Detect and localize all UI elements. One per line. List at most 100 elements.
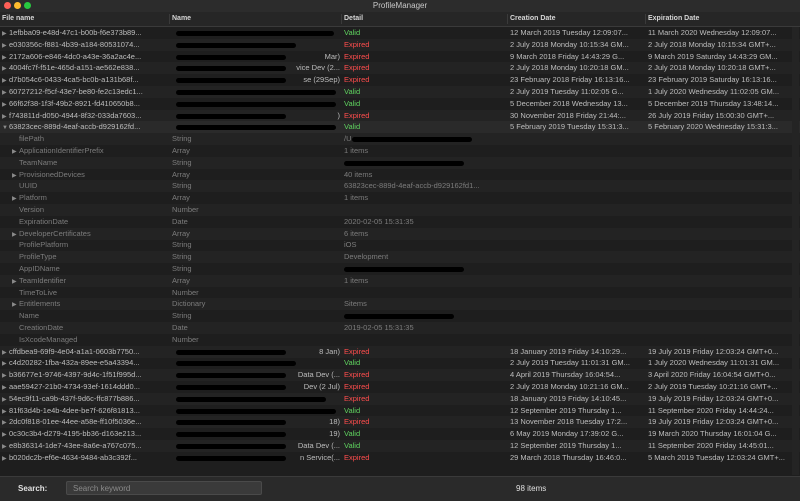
status-cell: Expired [344,417,370,427]
property-key: ▶ ProvisionedDevices [2,170,178,181]
table-row[interactable]: ▶ 60727212-f5cf-43e7-be80-fe2c13edc1... Va… [0,86,800,98]
property-row[interactable]: ▶ DeveloperCertificates Array 6 items [0,227,800,240]
disclosure-triangle-icon[interactable]: ▶ [2,454,9,464]
disclosure-triangle-icon[interactable]: ▶ [2,29,9,39]
property-row[interactable]: TimeToLive Number [0,287,800,299]
file-name-cell: ▼63823cec-889d-4eaf-accb-d929162fd... [2,122,168,133]
disclosure-triangle-icon[interactable]: ▶ [2,64,9,74]
table-row[interactable]: ▶ b020dc2b-ef6e-4634-9484-ab3c392f... n Se… [0,452,800,464]
disclosure-triangle-icon[interactable]: ▶ [2,371,9,381]
disclosure-triangle-icon[interactable]: ▶ [12,171,19,181]
column-header-expiration-date[interactable]: Expiration Date [648,15,699,22]
property-row[interactable]: Name String [0,310,800,322]
table-row[interactable]: ▶ b36677e1-9746-4397-9d4c-1f51f995d... Dat… [0,369,800,382]
search-input[interactable] [66,481,262,495]
column-header-file-name[interactable]: File name [2,15,34,22]
expiration-date-cell: 2 July 2018 Monday 10:20:18 GMT+... [648,63,776,73]
property-row[interactable]: ExpirationDate Date 2020-02-05 15:31:35 [0,216,800,228]
table-row[interactable]: ▶ e8b36314-1de7-43ee-8a6e-a767c075... Data… [0,440,800,452]
property-value: 2019-02-05 15:31:35 [344,323,414,332]
disclosure-triangle-icon[interactable]: ▶ [2,359,9,369]
disclosure-triangle-open-icon[interactable]: ▼ [2,123,9,133]
creation-date-cell: 18 January 2019 Friday 14:10:29... [510,346,627,356]
property-key-label: CreationDate [19,323,64,332]
disclosure-triangle-icon[interactable]: ▶ [2,383,9,393]
disclosure-triangle-icon[interactable]: ▶ [12,230,19,240]
disclosure-triangle-icon[interactable]: ▶ [2,395,9,405]
disclosure-triangle-icon[interactable]: ▶ [12,277,19,287]
disclosure-triangle-icon[interactable]: ▶ [2,348,9,358]
file-name-cell: ▶ 60727212-f5cf-43e7-be80-fe2c13edc1... [2,87,168,98]
column-header-detail[interactable]: Detail [344,15,363,22]
property-key-label: filePath [19,134,45,144]
redaction-bar [344,267,464,272]
table-row[interactable]: ▶ 2172a606-e846-4dc0-a43e-36a2ac4e... Mar)… [0,51,800,63]
redaction-bar [352,137,472,143]
disclosure-triangle-icon[interactable]: ▶ [2,53,9,63]
property-row[interactable]: ▶ ProvisionedDevices Array 40 items [0,169,800,181]
disclosure-triangle-icon[interactable]: ▶ [2,442,9,452]
disclosure-triangle-icon[interactable]: ▶ [2,418,9,428]
disclosure-triangle-icon[interactable]: ▶ [2,76,9,86]
table-row[interactable]: ▶ 54ec9f11-ca9b-437f-9d6c-ffc877b886... Ex… [0,392,800,405]
property-row[interactable]: CreationDate Date 2019-02-05 15:31:35 [0,322,800,334]
column-divider[interactable] [341,14,342,24]
property-row[interactable]: IsXcodeManaged Number [0,334,800,346]
vertical-scrollbar[interactable] [792,27,799,475]
property-value: 1 items [344,193,369,203]
column-divider[interactable] [169,14,170,24]
property-row[interactable]: ▶ Platform Array 1 items [0,192,800,204]
property-row[interactable]: ▶ TeamIdentifier Array 1 items [0,274,800,287]
column-header-name[interactable]: Name [172,15,191,22]
property-row[interactable]: filePath String/U [0,133,800,146]
property-key: Name [2,311,178,321]
disclosure-triangle-icon[interactable]: ▶ [2,112,9,122]
disclosure-triangle-icon[interactable]: ▶ [2,100,9,110]
property-row[interactable]: ▶ ApplicationIdentifierPrefix Array 1 items [0,145,800,157]
table-row[interactable]: ▶ e030356c-f881-4b39-a184-80531074... Expi… [0,38,800,51]
disclosure-triangle-icon[interactable]: ▶ [2,41,9,51]
file-name-cell: ▶ b36677e1-9746-4397-9d4c-1f51f995d... [2,370,168,381]
status-cell: Valid [344,122,361,132]
disclosure-triangle-icon[interactable]: ▶ [12,300,19,310]
table-row[interactable]: ▶ c4d20282-1fba-432a-89ee-e5a43394... Vali… [0,357,800,369]
property-row[interactable]: ProfilePlatform String iOS [0,239,800,251]
disclosure-triangle-icon[interactable]: ▶ [12,147,19,157]
property-row[interactable]: Version Number [0,204,800,216]
table-row[interactable]: ▶ f743811d-d050-4944-8f32-033da7603...) Ex… [0,109,800,122]
property-type: Dictionary [172,299,206,309]
table-row[interactable]: ▶ 1efbba09-e48d-47c1-b00b-f6e373b89... Val… [0,27,800,39]
table-row[interactable]: ▶ 66f62f38-1f3f-49b2-8921-fd410650b8... Va… [0,98,800,110]
disclosure-triangle-icon[interactable]: ▶ [2,407,9,417]
property-row[interactable]: AppIDName String [0,263,800,275]
redaction-bar [176,54,286,60]
property-row[interactable]: UUID String 63823cec-889d-4eaf-accb-d92916… [0,180,800,193]
file-name-cell: ▶ c4d20282-1fba-432a-89ee-e5a43394... [2,358,168,369]
file-name-cell: ▶ f743811d-d050-4944-8f32-033da7603... [2,111,168,122]
status-cell: Valid [344,441,361,450]
column-header-creation-date[interactable]: Creation Date [510,15,556,22]
column-divider[interactable] [507,14,508,24]
table-row[interactable]: ▼63823cec-889d-4eaf-accb-d929162fd... Val… [0,121,800,134]
redaction-bar [176,385,286,390]
disclosure-triangle-icon[interactable]: ▶ [12,194,19,204]
table-row[interactable]: ▶ cffdbea9-69f9-4e04-a1a1-0603b7750... 8 J… [0,345,800,358]
expiration-date-cell: 2 July 2019 Tuesday 10:21:16 GMT+... [648,382,778,391]
property-key-label: ProfilePlatform [19,240,69,250]
expiration-date-cell: 19 July 2019 Friday 12:03:24 GMT+0... [648,393,779,403]
table-row[interactable]: ▶ 0c30c3b4-d279-4195-bb36-d163e213... 19) V… [0,428,800,440]
status-cell: Valid [344,429,361,439]
file-name-label: 0c30c3b4-d279-4195-bb36-d163e213... [9,429,142,439]
property-row[interactable]: TeamName String [0,156,800,169]
property-row[interactable]: ProfileType String Development [0,251,800,264]
table-row[interactable]: ▶ d7b054c6-0433-4ca5-bc0b-a131b68f... se (… [0,74,800,86]
table-row[interactable]: ▶ 81f63d4b-1e4b-4dee-be7f-626f81813... Val… [0,405,800,417]
disclosure-triangle-icon[interactable]: ▶ [2,88,9,98]
table-row[interactable]: ▶ 4004fc7f-f51e-465d-a151-ae562e838... vic… [0,62,800,75]
column-divider[interactable] [645,14,646,24]
disclosure-triangle-icon[interactable]: ▶ [2,430,9,440]
property-row[interactable]: ▶ Entitlements Dictionary Sitems [0,298,800,311]
table-row[interactable]: ▶ 2dc0f818-01ee-44ee-a58e-ff10f5036e... 18… [0,416,800,429]
status-cell: Valid [344,358,361,368]
table-row[interactable]: ▶ aae59427-21b0-4734-93ef-1614ddd0... Dev … [0,381,800,393]
